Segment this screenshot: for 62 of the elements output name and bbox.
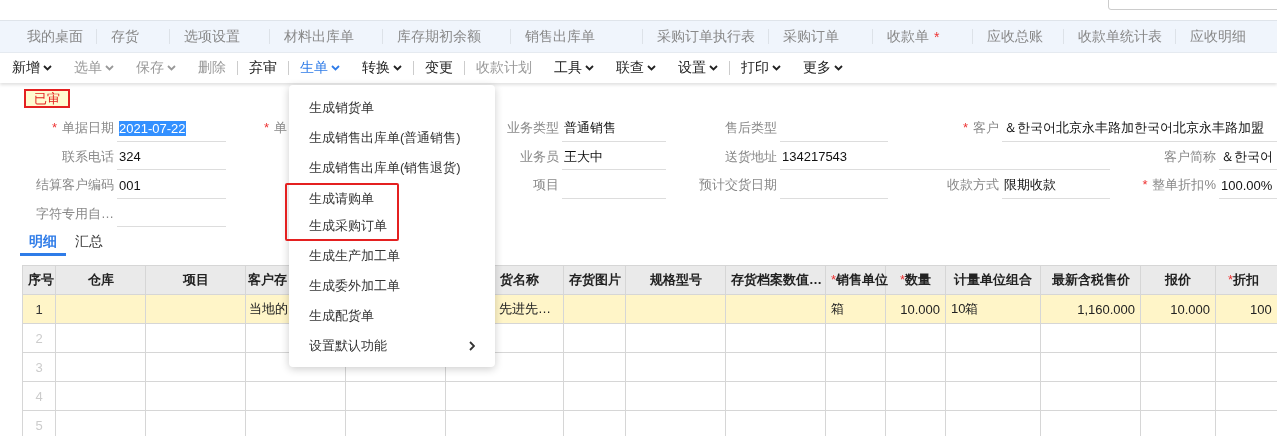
column-header: 计量单位组合 <box>945 265 1041 295</box>
menu-item[interactable]: 生成采购订单 <box>287 212 397 239</box>
column-header: 存货图片 <box>563 265 626 295</box>
field-label: 业务员 <box>519 147 560 166</box>
toolbar-button[interactable]: 联查 <box>605 53 667 83</box>
toolbar-button[interactable]: 打印 <box>730 53 792 83</box>
menu-item[interactable]: 生成销售出库单(销售退货) <box>289 153 495 183</box>
column-header: 序号 <box>22 265 56 295</box>
input-field[interactable]: 134217543 <box>780 144 1110 170</box>
input-field[interactable]: ＆한국어北京永丰路加한국어北京永丰路加盟 <box>1002 116 1277 142</box>
menu-item[interactable]: 生成请购单 <box>287 185 397 212</box>
column-header: 仓库 <box>55 265 146 295</box>
table-cell: 100 <box>1215 294 1277 324</box>
toolbar-button[interactable]: 变更 <box>414 53 464 83</box>
detail-tab[interactable]: 明细 <box>20 230 66 256</box>
menu-item[interactable]: 设置默认功能 <box>289 331 495 361</box>
table-cell: 10.000 <box>885 294 946 324</box>
table-cell: 箱 <box>825 294 886 324</box>
field-label: 业务类型 <box>506 119 560 138</box>
input-field[interactable]: 100.00% <box>1219 173 1277 199</box>
input-field[interactable]: 限期收款 <box>1002 173 1110 199</box>
table-cell: 10.000 <box>1140 294 1216 324</box>
field-label: 售后类型 <box>724 119 778 138</box>
page-tab[interactable]: 收款单 * <box>873 21 972 52</box>
column-header: *销售单位 <box>825 265 886 295</box>
input-field[interactable]: 普通销售 <box>562 116 666 142</box>
table-cell: 1,160.000 <box>1040 294 1141 324</box>
input-field[interactable]: ＆한국어 <box>1219 144 1277 170</box>
toolbar-button[interactable]: 设置 <box>667 53 729 83</box>
field-label: 收款方式 <box>946 176 1000 195</box>
column-header: 存货档案数值… <box>725 265 826 295</box>
field-label: * 单据日期 <box>50 119 115 138</box>
toolbar-button[interactable]: 转换 <box>351 53 413 83</box>
table-cell: 10箱 <box>945 294 1041 324</box>
field-label: * 客户 <box>961 119 1000 138</box>
toolbar-button[interactable]: 生单 <box>289 53 351 83</box>
toolbar-button[interactable]: 更多 <box>792 53 854 83</box>
menu-item[interactable]: 生成销售出库单(普通销售) <box>289 123 495 153</box>
detail-tab[interactable]: 汇总 <box>66 230 112 256</box>
column-header: 项目 <box>145 265 246 295</box>
toolbar-button[interactable]: 工具 <box>543 53 605 83</box>
field-label: 结算客户编码 <box>35 176 115 195</box>
field-label: * 单 <box>262 119 288 138</box>
field-label: 联系电话 <box>61 147 115 166</box>
status-badge: 已审 <box>24 89 70 108</box>
column-header: 最新含税售价 <box>1040 265 1141 295</box>
input-field[interactable]: 324 <box>117 144 226 170</box>
input-field[interactable]: 王大中 <box>562 144 666 170</box>
field-label: 项目 <box>532 176 560 195</box>
field-label: 字符专用自… <box>35 204 115 223</box>
toolbar-button[interactable]: 弃审 <box>238 53 288 83</box>
column-header: 规格型号 <box>625 265 726 295</box>
column-header: *折扣 <box>1215 265 1277 295</box>
field-label: 预计交货日期 <box>698 176 778 195</box>
menu-item[interactable]: 生成销货单 <box>289 93 495 123</box>
toolbar-button[interactable]: 新增 <box>1 53 63 83</box>
row-number: 1 <box>22 294 56 324</box>
field-label: * 整单折扣% <box>1141 176 1217 195</box>
field-label: 送货地址 <box>724 147 778 166</box>
input-field[interactable]: 001 <box>117 173 226 199</box>
column-header: 报价 <box>1140 265 1216 295</box>
field-label: 客户简称 <box>1163 147 1217 166</box>
